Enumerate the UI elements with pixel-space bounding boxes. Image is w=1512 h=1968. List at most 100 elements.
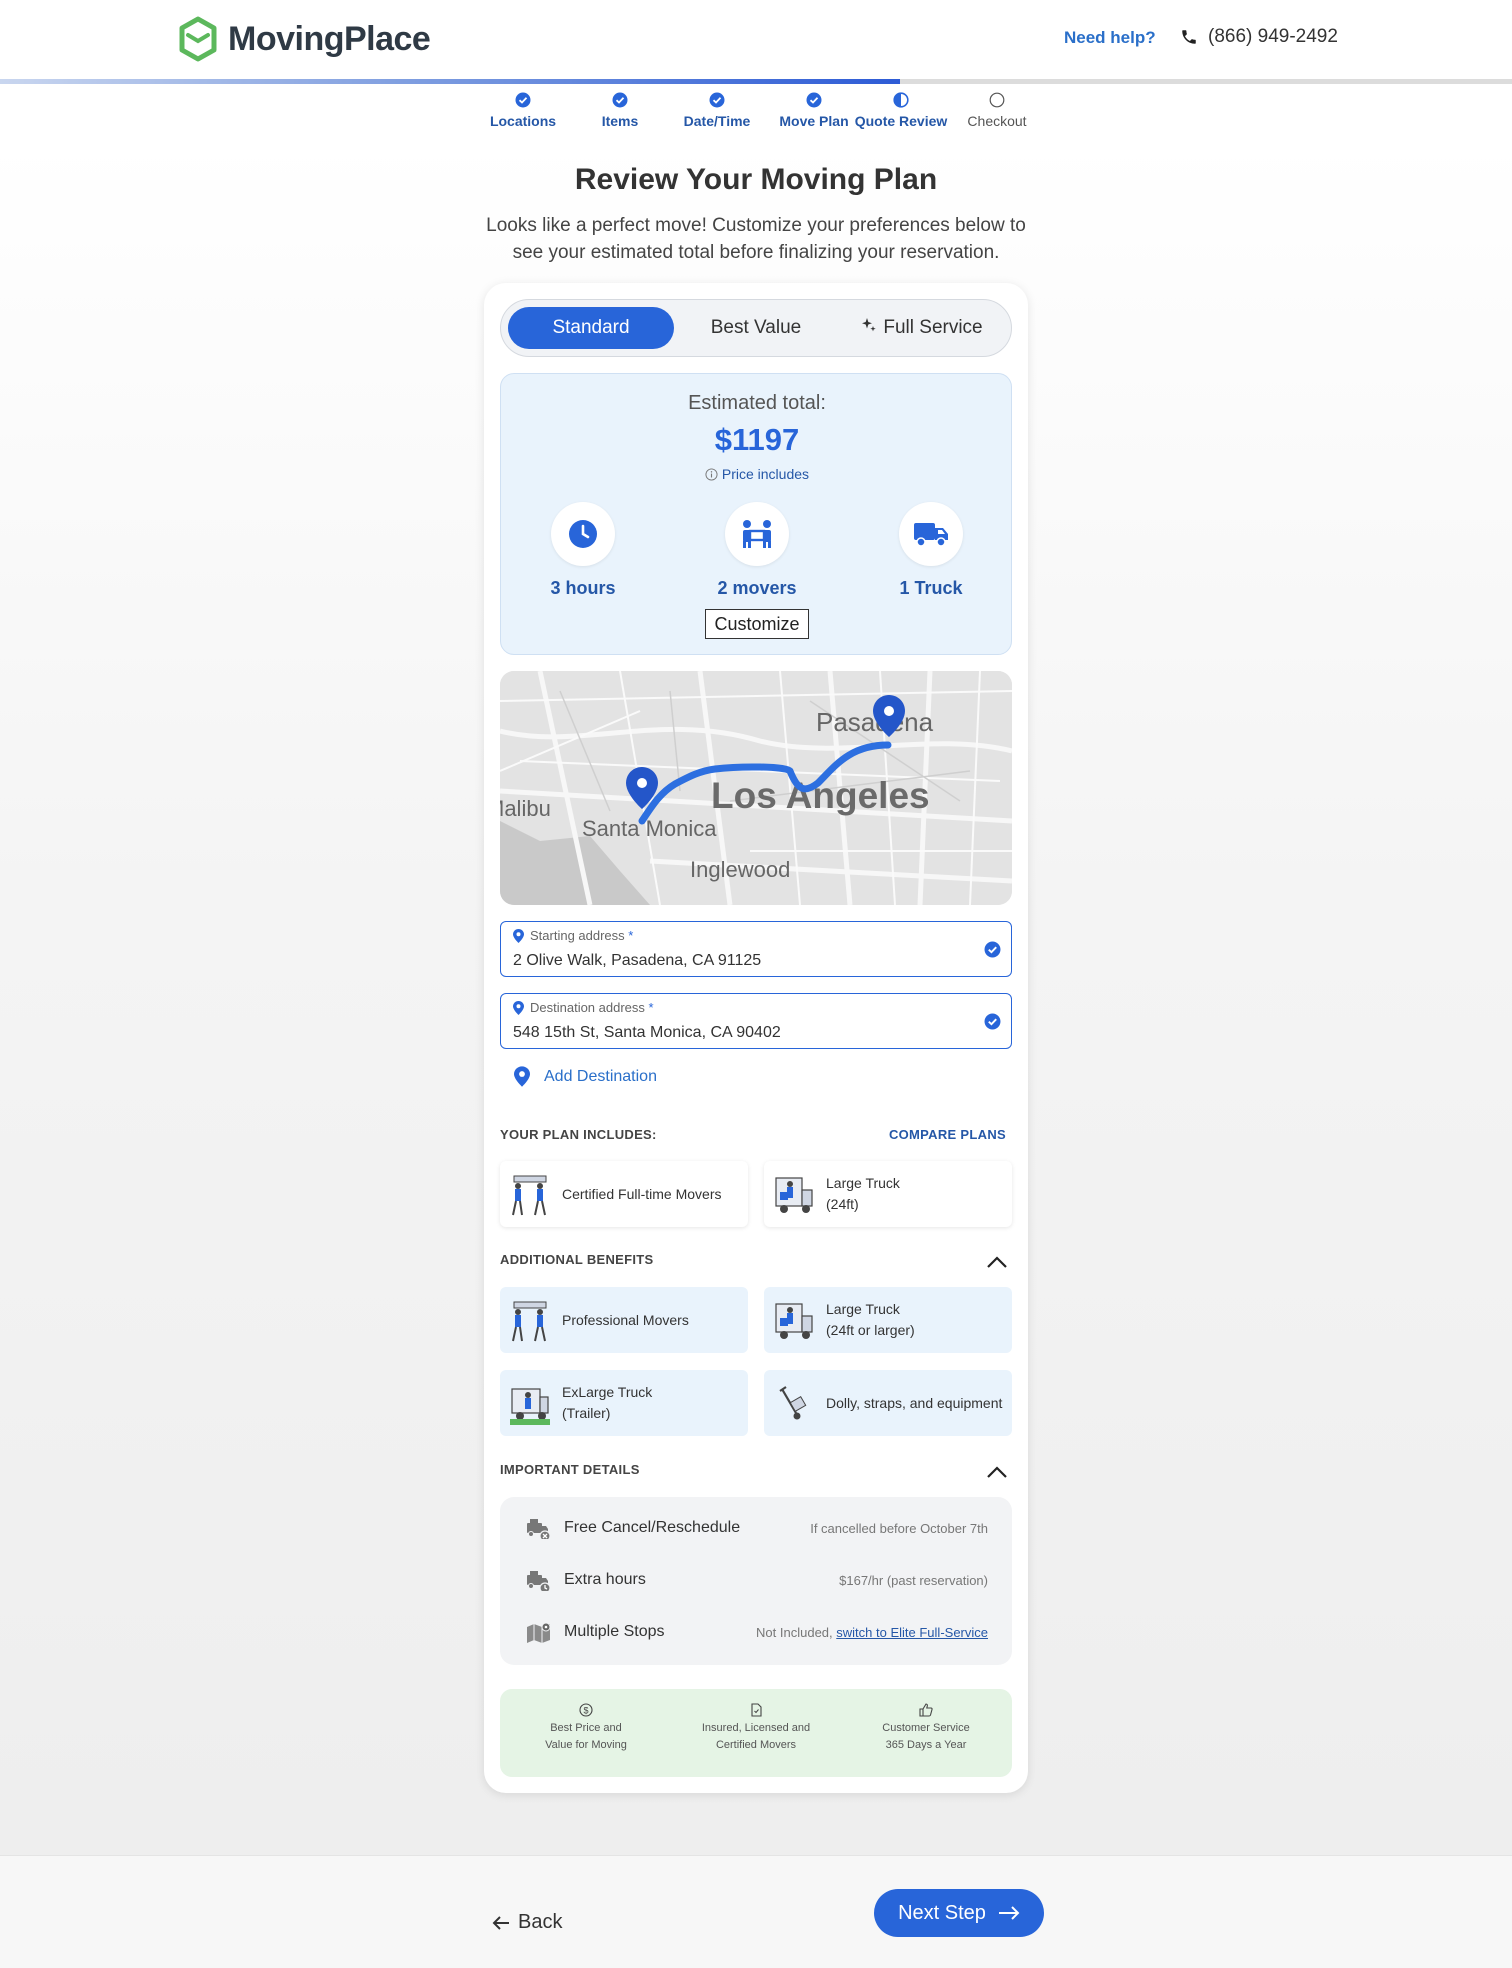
trust-line-1: Best Price and bbox=[550, 1722, 622, 1734]
page-title: Review Your Moving Plan bbox=[574, 163, 938, 196]
estimate-label: Estimated total: bbox=[688, 392, 826, 414]
tile-line-2: (24ft) bbox=[826, 1196, 859, 1212]
check-circle-icon bbox=[806, 92, 822, 108]
hexagon-logo-icon bbox=[179, 16, 217, 62]
step-label: Quote Review bbox=[854, 113, 948, 129]
map-label-santa-monica: Santa Monica bbox=[582, 816, 717, 841]
detail-row-cancel: Free Cancel/Reschedule If cancelled befo… bbox=[526, 1513, 988, 1543]
starting-address-field[interactable]: Starting address * 2 Olive Walk, Pasaden… bbox=[500, 921, 1012, 977]
step-label: Move Plan bbox=[779, 113, 849, 129]
trust-banner: $ Best Price and Value for Moving Insure… bbox=[500, 1689, 1012, 1777]
customize-button[interactable]: Customize bbox=[705, 609, 809, 639]
svg-text:$: $ bbox=[583, 1705, 588, 1715]
location-pin-icon bbox=[513, 928, 524, 943]
tile-line-1: Large Truck bbox=[826, 1301, 900, 1317]
detail-value-text: If cancelled before October 7th bbox=[810, 1520, 988, 1536]
chevron-up-icon[interactable] bbox=[986, 1465, 1008, 1479]
tile-text: Large Truck (24ft) bbox=[826, 1173, 900, 1215]
step-move-plan[interactable]: Move Plan bbox=[766, 92, 862, 131]
tab-label: Best Value bbox=[710, 317, 802, 338]
plan-item-truck: Large Truck (24ft) bbox=[764, 1161, 1012, 1227]
map-pins-icon bbox=[527, 1622, 551, 1643]
tab-label: Standard bbox=[552, 317, 630, 338]
step-label: Date/Time bbox=[683, 113, 751, 129]
trust-line-2: Certified Movers bbox=[715, 1739, 797, 1751]
sparkle-icon bbox=[862, 318, 877, 332]
clock-icon bbox=[569, 520, 597, 548]
next-step-label: Next Step bbox=[898, 1901, 986, 1924]
switch-elite-link[interactable]: switch to Elite Full-Service bbox=[836, 1625, 988, 1640]
price-includes-text: Price includes bbox=[721, 466, 810, 482]
trailer-truck-icon bbox=[510, 1388, 550, 1425]
arrow-right-icon bbox=[998, 1906, 1020, 1920]
phone-link[interactable]: (866) 949-2492 bbox=[1180, 26, 1338, 48]
step-date-time[interactable]: Date/Time bbox=[669, 92, 765, 131]
step-checkout[interactable]: Checkout bbox=[949, 92, 1045, 131]
check-circle-icon bbox=[984, 1013, 1001, 1030]
map-label-inglewood: Inglewood bbox=[690, 857, 790, 882]
trust-item-best-price: $ Best Price and Value for Moving bbox=[516, 1703, 656, 1754]
important-details-title: IMPORTANT DETAILS bbox=[500, 1462, 640, 1477]
chevron-up-icon[interactable] bbox=[986, 1255, 1008, 1269]
trust-line-1: Insured, Licensed and bbox=[701, 1722, 811, 1734]
detail-name: Extra hours bbox=[564, 1571, 646, 1588]
tab-standard[interactable]: Standard bbox=[508, 307, 674, 349]
destination-address-value[interactable]: 548 15th St, Santa Monica, CA 90402 bbox=[513, 1024, 781, 1042]
route-map[interactable]: Pasadena Los Angeles Santa Monica Inglew… bbox=[500, 671, 1012, 905]
detail-name: Multiple Stops bbox=[564, 1623, 665, 1640]
tile-line-1: Professional Movers bbox=[562, 1311, 689, 1328]
price-includes-link[interactable]: Price includes bbox=[501, 466, 1013, 482]
detail-value-text: Not Included, bbox=[756, 1624, 833, 1640]
site-header: MovingPlace Need help? (866) 949-2492 bbox=[0, 0, 1512, 80]
detail-value: $167/hr (past reservation) bbox=[839, 1573, 988, 1588]
dollar-icon: $ bbox=[579, 1703, 593, 1717]
plan-includes-title: YOUR PLAN INCLUDES: bbox=[500, 1127, 657, 1142]
estimate-panel: Estimated total: $1197 Price includes 3 … bbox=[500, 373, 1012, 655]
check-circle-icon bbox=[612, 92, 628, 108]
logo[interactable]: MovingPlace bbox=[178, 16, 431, 62]
compare-plans-link[interactable]: COMPARE PLANS bbox=[889, 1127, 1006, 1142]
tile-line-1: Certified Full-time Movers bbox=[562, 1185, 722, 1202]
check-circle-icon bbox=[709, 92, 725, 108]
detail-value: If cancelled before October 7th bbox=[810, 1521, 988, 1536]
benefit-exlarge-truck: ExLarge Truck (Trailer) bbox=[500, 1370, 748, 1436]
route-map-graphic: Pasadena Los Angeles Santa Monica Inglew… bbox=[500, 671, 1012, 905]
step-locations[interactable]: Locations bbox=[475, 92, 571, 131]
starting-address-value[interactable]: 2 Olive Walk, Pasadena, CA 91125 bbox=[513, 952, 761, 970]
document-icon bbox=[751, 1703, 762, 1717]
cancel-truck-icon bbox=[527, 1519, 551, 1539]
movers-icon bbox=[743, 520, 771, 548]
need-help-link[interactable]: Need help? bbox=[1064, 28, 1156, 48]
info-icon bbox=[705, 468, 718, 481]
tile-text: Dolly, straps, and equipment bbox=[826, 1393, 1002, 1414]
required-mark: * bbox=[628, 928, 634, 943]
destination-address-field[interactable]: Destination address * 548 15th St, Santa… bbox=[500, 993, 1012, 1049]
tile-text: Large Truck (24ft or larger) bbox=[826, 1299, 915, 1341]
plan-item-movers: Certified Full-time Movers bbox=[500, 1161, 748, 1227]
check-circle-icon bbox=[515, 92, 531, 108]
step-indicator: Locations Items Date/Time Move Plan Quot… bbox=[475, 92, 1035, 136]
trust-item-insured: Insured, Licensed and Certified Movers bbox=[686, 1703, 826, 1754]
tile-text: Professional Movers bbox=[562, 1310, 689, 1331]
progress-bar-fill bbox=[0, 79, 900, 84]
tile-text: Certified Full-time Movers bbox=[562, 1184, 721, 1205]
field-label-text: Starting address bbox=[530, 928, 625, 943]
estimate-price: $1197 bbox=[714, 422, 800, 457]
tab-best-value[interactable]: Best Value bbox=[673, 307, 839, 349]
detail-name: Free Cancel/Reschedule bbox=[564, 1519, 741, 1536]
add-destination-button[interactable]: Add Destination bbox=[514, 1066, 657, 1087]
check-circle-icon bbox=[984, 941, 1001, 958]
step-items[interactable]: Items bbox=[572, 92, 668, 131]
feature-label: 2 movers bbox=[717, 578, 797, 598]
next-step-button[interactable]: Next Step bbox=[874, 1889, 1044, 1937]
tile-line-2: (Trailer) bbox=[562, 1405, 611, 1421]
detail-value-text: $167/hr (past reservation) bbox=[839, 1572, 988, 1588]
back-button[interactable]: Back bbox=[492, 1911, 562, 1934]
additional-benefits-title: ADDITIONAL BENEFITS bbox=[500, 1252, 654, 1267]
step-quote-review[interactable]: Quote Review bbox=[853, 92, 949, 131]
trust-line-2: 365 Days a Year bbox=[885, 1739, 967, 1751]
tab-full-service[interactable]: Full Service bbox=[839, 307, 1005, 349]
phone-number: (866) 949-2492 bbox=[1208, 26, 1338, 47]
plan-card: Standard Best Value Full Service Estimat… bbox=[484, 283, 1028, 1793]
extra-hours-truck-icon bbox=[527, 1571, 551, 1591]
